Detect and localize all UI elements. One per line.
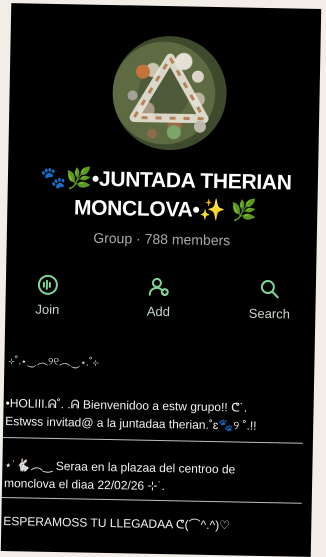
subtitle-separator: · [135,230,141,247]
add-button[interactable]: Add [118,275,199,320]
join-icon [37,274,58,295]
member-count[interactable]: 788 members [145,231,231,249]
search-button[interactable]: Search [229,277,310,322]
add-person-icon [148,277,169,297]
group-title-line1: 🐾🌿•JUNTADA THERIAN [39,166,292,195]
group-title-line2: MONCLOVA•✨ 🌿 [73,196,257,223]
group-type: Group [93,229,133,247]
divider-rule-1 [2,436,303,444]
description-divider: ⊹˚.⋆‿︵୨୧︵‿⋆.˚⊹ [8,355,99,369]
search-label: Search [248,305,291,322]
photo-frame: 🐾🌿•JUNTADA THERIAN MONCLOVA•✨ 🌿 Group · … [0,0,326,557]
avatar-image [127,53,209,140]
group-subtitle: Group · 788 members [7,228,317,250]
group-title: 🐾🌿•JUNTADA THERIAN MONCLOVA•✨ 🌿 [17,163,314,227]
divider-rule-2 [1,496,302,504]
join-label: Join [35,301,60,318]
search-icon [260,280,279,299]
group-avatar[interactable] [111,35,228,152]
join-button[interactable]: Join [7,273,88,318]
add-label: Add [146,303,171,320]
description-line5: ESPERAMOSS TU LLEGADAA ᕦ(⌒^.^)♡ [3,514,231,533]
group-info-screen: 🐾🌿•JUNTADA THERIAN MONCLOVA•✨ 🌿 Group · … [0,3,322,557]
